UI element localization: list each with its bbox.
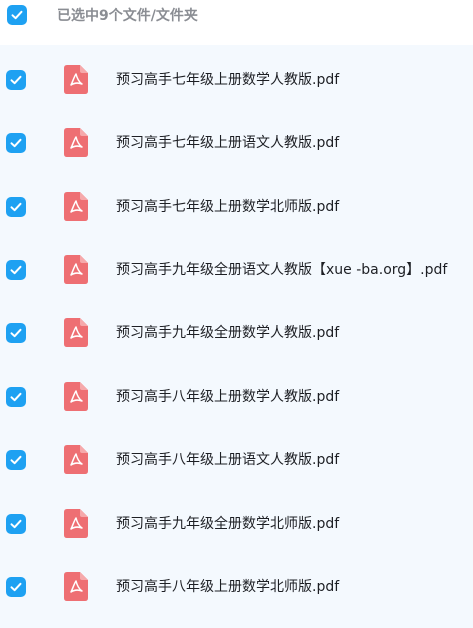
- file-checkbox[interactable]: [6, 133, 26, 153]
- checkmark-icon: [10, 328, 22, 338]
- pdf-file-icon: [64, 572, 88, 601]
- file-checkbox[interactable]: [6, 70, 26, 90]
- pdf-file-icon: [64, 382, 88, 411]
- file-list: 预习高手七年级上册数学人教版.pdf 预习高手七年级上册语文人教版.pdf 预习…: [0, 45, 473, 628]
- file-row[interactable]: 预习高手八年级上册数学人教版.pdf: [0, 365, 473, 428]
- file-name: 预习高手七年级上册语文人教版.pdf: [116, 135, 340, 151]
- file-name: 预习高手九年级全册语文人教版【xue -ba.org】.pdf: [116, 262, 448, 278]
- pdf-file-icon: [64, 445, 88, 474]
- file-checkbox[interactable]: [6, 197, 26, 217]
- file-checkbox[interactable]: [6, 260, 26, 280]
- selected-count-label: 已选中9个文件/文件夹: [57, 8, 198, 24]
- checkmark-icon: [10, 455, 22, 465]
- file-row[interactable]: 预习高手七年级上册数学北师版.pdf: [0, 175, 473, 238]
- select-all-checkbox[interactable]: [7, 5, 27, 25]
- pdf-file-icon: [64, 509, 88, 538]
- pdf-file-icon: [64, 192, 88, 221]
- pdf-file-icon: [64, 318, 88, 347]
- checkmark-icon: [10, 202, 22, 212]
- file-row[interactable]: 预习高手八年级上册语文人教版.pdf: [0, 428, 473, 491]
- file-row[interactable]: 预习高手七年级上册数学人教版.pdf: [0, 48, 473, 111]
- file-name: 预习高手九年级全册数学人教版.pdf: [116, 325, 340, 341]
- file-name: 预习高手八年级上册数学北师版.pdf: [116, 579, 340, 595]
- checkmark-icon: [11, 10, 23, 20]
- file-checkbox[interactable]: [6, 387, 26, 407]
- checkmark-icon: [10, 265, 22, 275]
- file-row[interactable]: 预习高手九年级全册数学北师版.pdf: [0, 492, 473, 555]
- checkmark-icon: [10, 392, 22, 402]
- file-name: 预习高手九年级全册数学北师版.pdf: [116, 516, 340, 532]
- pdf-file-icon: [64, 65, 88, 94]
- file-checkbox[interactable]: [6, 323, 26, 343]
- pdf-file-icon: [64, 255, 88, 284]
- file-checkbox[interactable]: [6, 577, 26, 597]
- checkmark-icon: [10, 75, 22, 85]
- file-row[interactable]: 预习高手九年级全册数学人教版.pdf: [0, 301, 473, 364]
- file-name: 预习高手八年级上册数学人教版.pdf: [116, 389, 340, 405]
- checkmark-icon: [10, 582, 22, 592]
- file-checkbox[interactable]: [6, 450, 26, 470]
- file-name: 预习高手七年级上册数学人教版.pdf: [116, 72, 340, 88]
- pdf-file-icon: [64, 128, 88, 157]
- file-row[interactable]: 预习高手九年级全册语文人教版【xue -ba.org】.pdf: [0, 238, 473, 301]
- file-name: 预习高手七年级上册数学北师版.pdf: [116, 199, 340, 215]
- file-checkbox[interactable]: [6, 514, 26, 534]
- checkmark-icon: [10, 138, 22, 148]
- selection-header: 已选中9个文件/文件夹: [0, 0, 473, 38]
- file-row[interactable]: 预习高手八年级上册数学北师版.pdf: [0, 555, 473, 618]
- checkmark-icon: [10, 519, 22, 529]
- file-row[interactable]: 预习高手七年级上册语文人教版.pdf: [0, 111, 473, 174]
- file-name: 预习高手八年级上册语文人教版.pdf: [116, 452, 340, 468]
